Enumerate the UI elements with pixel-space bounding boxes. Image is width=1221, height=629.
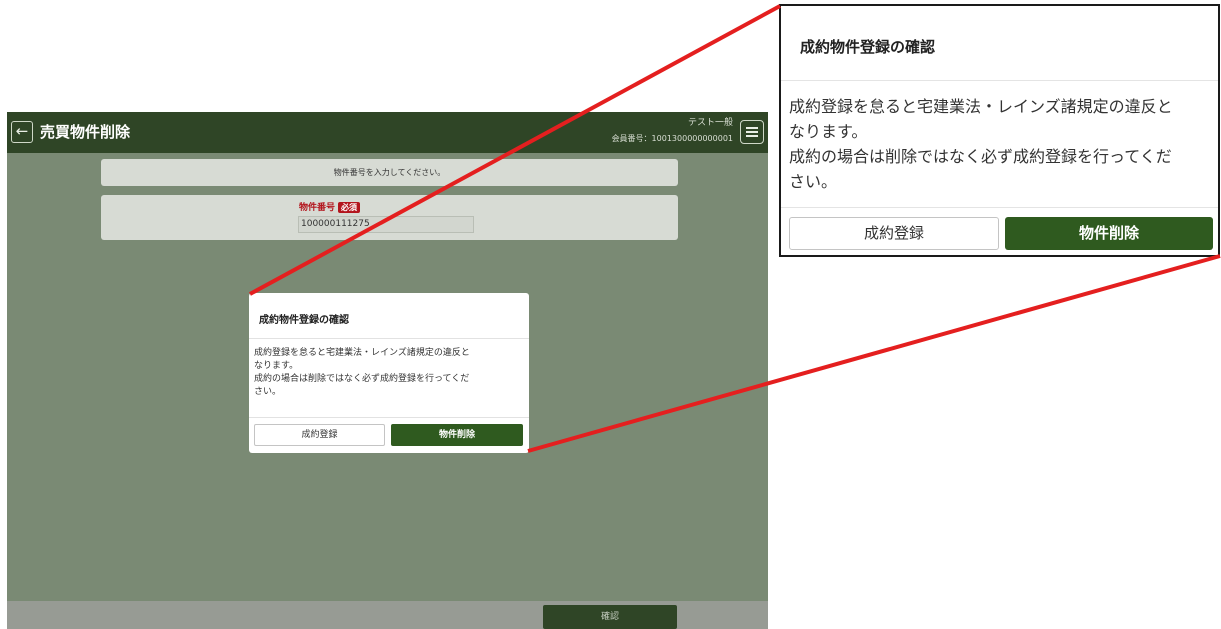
divider: [249, 338, 529, 339]
zoomed-dialog-message: 成約登録を怠ると宅建業法・レインズ諸規定の違反と なります。 成約の場合は削除で…: [789, 94, 1214, 194]
field-label-text: 物件番号: [299, 203, 336, 213]
zoomed-dialog-title: 成約物件登録の確認: [800, 38, 936, 56]
dialog-message-line: 成約の場合は削除ではなく必ず成約登録を行ってくだ: [254, 374, 470, 384]
divider: [781, 80, 1218, 81]
app-header: ← 売買物件削除 テスト一般 会員番号：1001300000000001: [7, 112, 768, 153]
dialog-message-line: なります。: [254, 361, 299, 371]
delete-property-button[interactable]: 物件削除: [391, 424, 523, 446]
dialog-title: 成約物件登録の確認: [259, 315, 349, 326]
divider: [781, 207, 1218, 208]
instruction-message: 物件番号を入力してください。: [101, 159, 678, 186]
register-contract-button[interactable]: 成約登録: [254, 424, 385, 446]
menu-button[interactable]: [740, 120, 764, 144]
confirm-dialog: 成約物件登録の確認 成約登録を怠ると宅建業法・レインズ諸規定の違反と なります。…: [249, 293, 529, 453]
zoomed-dialog: 成約物件登録の確認 成約登録を怠ると宅建業法・レインズ諸規定の違反と なります。…: [779, 4, 1220, 257]
member-number: 会員番号：1001300000000001: [611, 134, 733, 143]
divider: [249, 417, 529, 418]
page-title: 売買物件削除: [40, 123, 131, 141]
property-number-input[interactable]: 100000111275: [298, 216, 474, 233]
arrow-left-icon: ←: [15, 122, 29, 140]
app-screen: ← 売買物件削除 テスト一般 会員番号：1001300000000001 物件番…: [7, 112, 768, 629]
dialog-message-line: さい。: [789, 172, 838, 191]
user-name: テスト一般: [687, 118, 733, 128]
dialog-message-line: 成約の場合は削除ではなく必ず成約登録を行ってくだ: [789, 147, 1172, 166]
zoomed-delete-property-button[interactable]: 物件削除: [1005, 217, 1213, 250]
confirm-button[interactable]: 確認: [543, 605, 677, 629]
property-number-form: 物件番号 必須 100000111275: [101, 195, 678, 240]
footer-bar: 確認: [7, 601, 768, 629]
dialog-message-line: 成約登録を怠ると宅建業法・レインズ諸規定の違反と: [254, 348, 470, 358]
dialog-message-line: 成約登録を怠ると宅建業法・レインズ諸規定の違反と: [789, 97, 1173, 116]
dialog-message-line: なります。: [789, 122, 868, 141]
zoomed-register-contract-button[interactable]: 成約登録: [789, 217, 999, 250]
dialog-message-line: さい。: [254, 387, 282, 397]
back-button[interactable]: ←: [11, 121, 33, 143]
screenshot-stage: ← 売買物件削除 テスト一般 会員番号：1001300000000001 物件番…: [0, 0, 1221, 629]
required-badge: 必須: [338, 202, 361, 213]
field-label: 物件番号 必須: [299, 202, 361, 214]
dialog-message: 成約登録を怠ると宅建業法・レインズ諸規定の違反と なります。 成約の場合は削除で…: [254, 347, 526, 399]
